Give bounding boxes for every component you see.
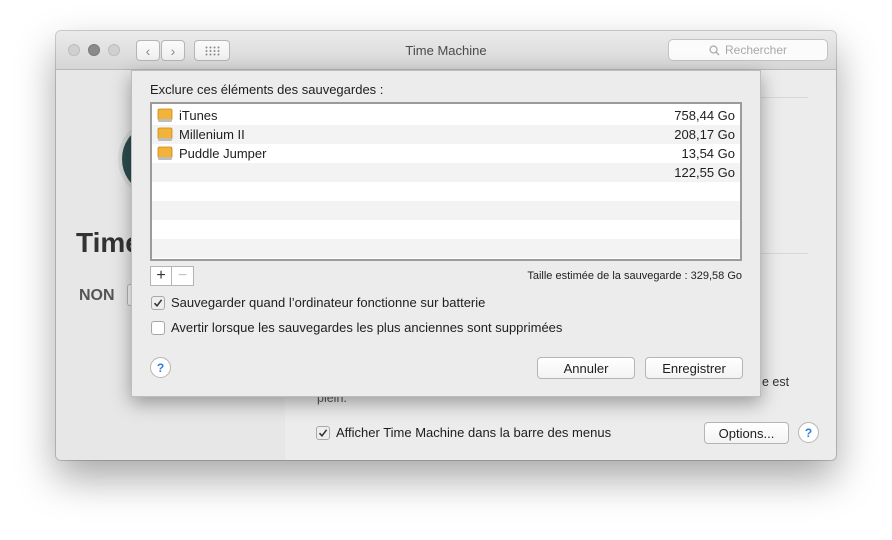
empty-row [152,182,740,201]
help-icon: ? [804,425,813,440]
search-field[interactable]: Rechercher [668,39,828,61]
checkmark-icon [153,298,163,307]
item-name: Millenium II [179,127,245,142]
search-icon [709,44,720,55]
item-name: iTunes [179,108,218,123]
empty-row [152,201,740,220]
estimated-size-label: Taille estimée de la sauvegarde : 329,58… [527,270,742,282]
checkbox[interactable] [151,295,165,310]
exclusions-sheet: Exclure ces éléments des sauvegardes : i… [131,70,761,397]
add-button[interactable]: + [150,266,172,286]
help-icon: ? [156,360,165,375]
checkmark-icon [318,428,328,437]
warn-deletion-checkbox[interactable]: Avertir lorsque les sauvegardes les plus… [151,320,562,335]
help-button[interactable]: ? [798,422,819,443]
item-name: Puddle Jumper [179,146,267,161]
separator [756,253,808,254]
help-button[interactable]: ? [150,357,171,378]
backup-on-battery-checkbox[interactable]: Sauvegarder quand l’ordinateur fonctionn… [151,295,485,310]
empty-row [152,220,740,239]
checkbox-label: Avertir lorsque les sauvegardes les plus… [171,320,563,335]
folder-drive-icon [157,146,173,160]
item-size: 13,54 Go [681,146,736,161]
checkbox[interactable] [151,320,165,335]
save-button[interactable]: Enregistrer [645,357,743,379]
item-size: 758,44 Go [674,108,735,123]
separator [756,97,808,98]
titlebar: ‹ › Time Machine Rechercher [56,31,836,70]
cancel-button[interactable]: Annuler [537,357,635,379]
toggle-state-label: NON [79,287,115,304]
list-item[interactable]: Puddle Jumper 13,54 Go [152,144,740,163]
exclusions-list[interactable]: iTunes 758,44 Go Millenium II 208,17 Go … [150,102,742,261]
checkbox-label: Sauvegarder quand l’ordinateur fonctionn… [171,295,486,310]
checkbox[interactable] [316,425,330,440]
exclude-label: Exclure ces éléments des sauvegardes : [150,82,384,97]
info-text-fragment: e est [762,375,790,389]
checkbox-label: Afficher Time Machine dans la barre des … [336,425,612,440]
item-size: 208,17 Go [674,127,735,142]
search-placeholder: Rechercher [724,43,788,57]
folder-drive-icon [157,108,173,122]
empty-row [152,239,740,258]
list-item[interactable]: 122,55 Go [152,163,740,182]
options-button[interactable]: Options... [704,422,789,444]
show-in-menubar-checkbox[interactable]: Afficher Time Machine dans la barre des … [316,425,611,440]
item-size: 122,55 Go [674,165,735,180]
list-item[interactable]: iTunes 758,44 Go [152,106,740,125]
list-item[interactable]: Millenium II 208,17 Go [152,125,740,144]
remove-button[interactable]: − [172,266,194,286]
add-remove-control: + − [150,266,194,286]
folder-drive-icon [157,127,173,141]
